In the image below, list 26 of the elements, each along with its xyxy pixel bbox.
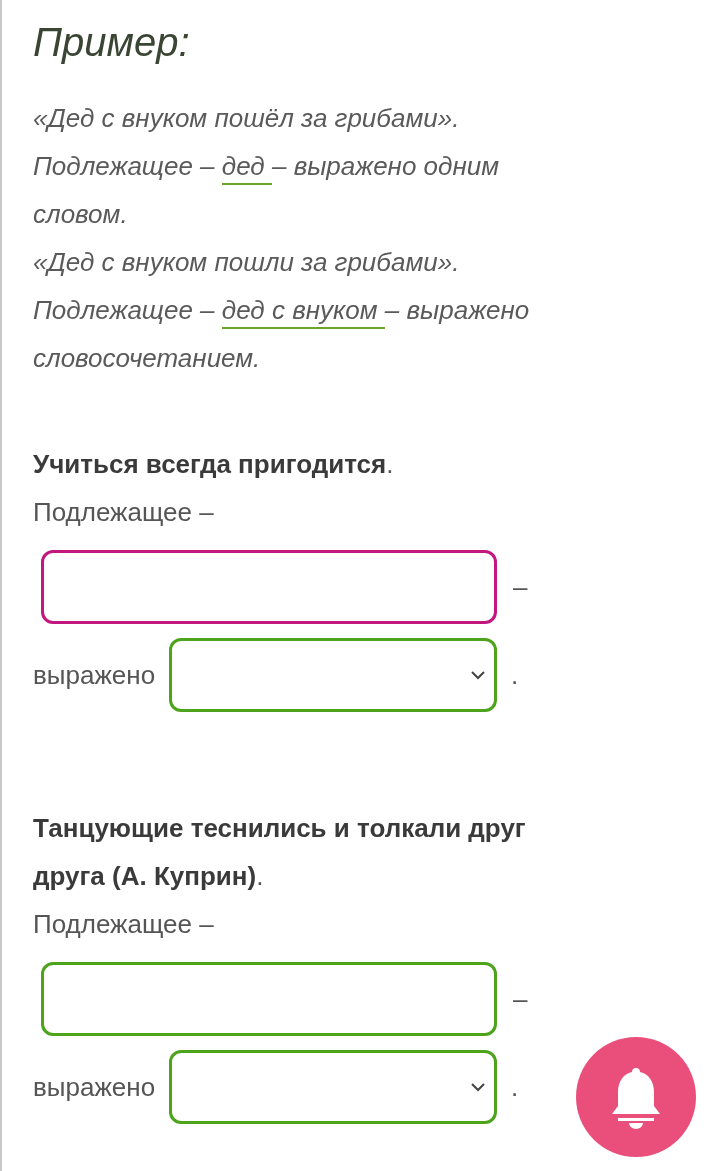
answer-select[interactable]	[169, 638, 498, 712]
expressed-label: выражено	[33, 1071, 156, 1103]
subject-label: Подлежащее –	[33, 908, 215, 941]
subject-label: Подлежащее –	[33, 496, 215, 529]
period-text: .	[511, 1071, 519, 1103]
dash-text: –	[513, 571, 528, 603]
dash-text: –	[513, 983, 528, 1015]
task-sentence: друга (А. Куприн).	[33, 860, 265, 893]
example-text: словом.	[33, 198, 129, 231]
answer-field[interactable]	[41, 550, 497, 624]
task-sentence: Танцующие теснились и толкали друг	[33, 812, 527, 845]
example-text: «Дед с внуком пошёл за грибами».	[33, 102, 461, 135]
example-text: словосочетанием.	[33, 342, 262, 375]
chevron-down-icon	[470, 670, 487, 680]
chevron-down-icon	[470, 1082, 487, 1092]
answer-field[interactable]	[41, 962, 497, 1036]
answer-select[interactable]	[169, 1050, 498, 1124]
underlined-word: дед с внуком	[221, 293, 385, 329]
period-text: .	[511, 659, 519, 691]
example-text: «Дед с внуком пошли за грибами».	[33, 246, 461, 279]
task-sentence: Учиться всегда пригодится.	[33, 448, 395, 481]
example-text: Подлежащее – дед – выражено одним	[33, 142, 698, 190]
example-text: Подлежащее – дед с внуком – выражено	[33, 286, 698, 334]
expressed-label: выражено	[33, 659, 156, 691]
example-title: Пример:	[33, 19, 191, 66]
underlined-word: дед	[221, 149, 272, 185]
